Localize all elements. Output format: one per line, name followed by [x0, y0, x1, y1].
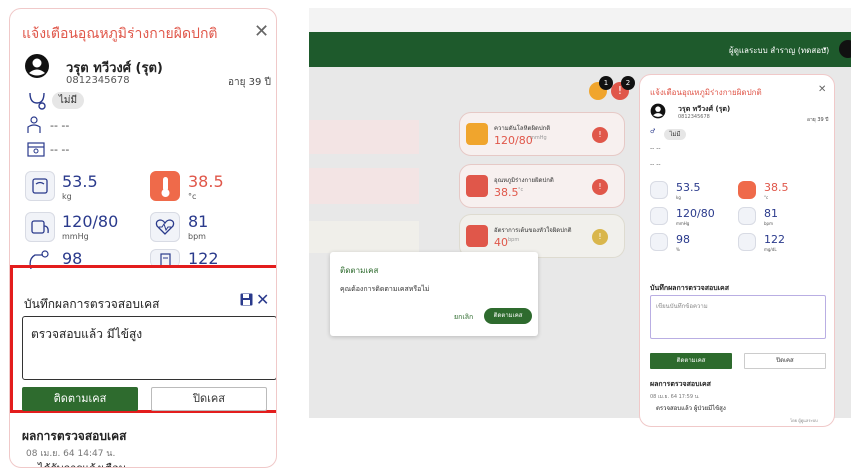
allergy-icon: ♂	[650, 128, 656, 135]
results-title: ผลการตรวจสอบเคส	[650, 380, 711, 388]
relative-icon	[26, 115, 46, 135]
record-title: บันทึกผลการตรวจสอบเคส	[650, 284, 730, 292]
close-case-button[interactable]: ปิดเคส	[744, 353, 826, 369]
notification-badge-2: 2	[621, 76, 635, 90]
blood-pressure-unit: mmHg	[676, 221, 690, 226]
glucose-value: 122	[764, 233, 785, 246]
oxygen-unit: %	[676, 247, 680, 252]
weight-icon	[650, 181, 668, 199]
patient-age: อายุ 39 ปี	[807, 117, 829, 123]
temperature-unit: °c	[188, 192, 197, 201]
blood-pressure-icon	[25, 212, 55, 242]
note-textarea[interactable]: เขียนบันทึกข้อความ	[650, 295, 826, 339]
heart-rate-icon	[738, 207, 756, 225]
save-icon[interactable]	[240, 293, 253, 306]
card-value: 38.5	[494, 186, 519, 199]
alert-title: แจ้งเตือนอุณหภูมิร่างกายผิดปกติ	[650, 88, 762, 97]
insurance-value: -- --	[50, 143, 70, 156]
card-alert-dot[interactable]: !	[592, 179, 608, 195]
chevron-down-icon[interactable]: ▾	[823, 45, 827, 53]
follow-case-button[interactable]: ติดตามเคส	[22, 387, 138, 411]
dialog-cancel-button[interactable]: ยกเลิก	[454, 312, 473, 323]
card-value: 40	[494, 236, 508, 249]
blood-pressure-value: 120/80	[676, 207, 715, 220]
alert-title: แจ้งเตือนอุณหภูมิร่างกายผิดปกติ	[22, 26, 218, 42]
dialog-message: คุณต้องการติดตามเคสหรือไม่	[340, 285, 430, 293]
allergy-icon	[26, 89, 48, 111]
card-unit: °c	[518, 187, 524, 193]
result-date: 08 เม.ย. 64 14:47 น.	[26, 449, 116, 459]
patient-age: อายุ 39 ปี	[228, 77, 271, 88]
insurance-value: -- --	[650, 161, 661, 168]
card-unit: bpm	[508, 237, 520, 243]
blood-pressure-icon	[650, 207, 668, 225]
heart-rate-unit: bpm	[188, 232, 206, 241]
heart-rate-value: 81	[188, 212, 209, 231]
person-icon	[650, 103, 666, 119]
weight-icon	[25, 171, 55, 201]
oxygen-icon	[650, 233, 668, 251]
card-strip-2	[309, 168, 419, 204]
insurance-icon	[26, 139, 46, 159]
follow-case-dialog: ติดตามเคส คุณต้องการติดตามเคสหรือไม่ ยกเ…	[330, 252, 538, 336]
close-case-button[interactable]: ปิดเคส	[151, 387, 267, 411]
weight-value: 53.5	[676, 181, 701, 194]
close-record-icon[interactable]: ✕	[256, 290, 269, 309]
relative-value: -- --	[650, 145, 661, 152]
alert-panel-zoomed: แจ้งเตือนอุณหภูมิร่างกายผิดปกติ ✕ วรุต ท…	[9, 8, 277, 468]
blood-pressure-icon	[466, 123, 488, 145]
weight-unit: kg	[676, 195, 681, 200]
avatar[interactable]	[839, 40, 851, 58]
temperature-unit: °c	[764, 195, 769, 200]
record-title: บันทึกผลการตรวจสอบเคส	[24, 297, 160, 311]
results-title: ผลการตรวจสอบเคส	[22, 429, 127, 443]
follow-case-button[interactable]: ติดตามเคส	[650, 353, 732, 369]
blood-pressure-value: 120/80	[62, 212, 119, 231]
user-menu[interactable]: ผู้ดูแลระบบ สำราญ (ทดสอบ)	[729, 44, 829, 57]
thermometer-icon	[150, 171, 180, 201]
heart-rate-icon	[466, 225, 488, 247]
result-text: ได้รับการแจ้งเตือน	[38, 459, 126, 467]
dialog-confirm-button[interactable]: ติดตามเคส	[484, 308, 532, 324]
thermometer-icon	[738, 181, 756, 199]
card-value: 120/80	[494, 134, 533, 147]
temp-alert-card[interactable]: อุณหภูมิร่างกายผิดปกติ 38.5 °c !	[459, 164, 625, 208]
card-alert-dot[interactable]: !	[592, 127, 608, 143]
bp-alert-card[interactable]: ความดันโลหิตผิดปกติ 120/80 mmHg !	[459, 112, 625, 156]
thermometer-icon	[466, 175, 488, 197]
heart-rate-icon	[150, 212, 180, 242]
close-icon[interactable]: ✕	[818, 84, 826, 95]
card-label: อัตราการเต้นของหัวใจผิดปกติ	[494, 227, 572, 234]
glucose-unit: mg/dL	[764, 247, 777, 252]
allergy-pill: ไม่มี	[664, 129, 686, 140]
patient-phone: 0812345678	[678, 114, 710, 120]
glucose-icon	[738, 233, 756, 251]
close-icon[interactable]: ✕	[254, 21, 269, 42]
top-bar: ผู้ดูแลระบบ สำราญ (ทดสอบ) ▾	[309, 32, 851, 67]
card-alert-dot[interactable]: !	[592, 229, 608, 245]
relative-value: -- --	[50, 119, 70, 132]
card-label: ความดันโลหิตผิดปกติ	[494, 125, 551, 132]
heart-rate-value: 81	[764, 207, 778, 220]
temperature-value: 38.5	[764, 181, 789, 194]
card-unit: mmHg	[530, 135, 547, 141]
blood-pressure-unit: mmHg	[62, 232, 89, 241]
note-textarea[interactable]: ตรวจสอบแล้ว มีไข้สูง	[22, 316, 276, 380]
result-text: ตรวจสอบแล้ว ผู้ป่วยมีไข้สูง	[656, 405, 726, 412]
card-strip-3	[309, 221, 419, 253]
result-date: 08 เม.ย. 64 17:59 น.	[650, 394, 700, 400]
heart-rate-unit: bpm	[764, 221, 773, 226]
weight-unit: kg	[62, 192, 72, 201]
card-strip-1	[309, 120, 419, 154]
allergy-pill: ไม่มี	[52, 92, 84, 109]
oxygen-value: 98	[676, 233, 690, 246]
weight-value: 53.5	[62, 172, 98, 191]
dialog-title: ติดตามเคส	[340, 266, 379, 275]
result-author: โดย ผู้ดูแลระบบ	[790, 418, 818, 423]
temperature-value: 38.5	[188, 172, 224, 191]
patient-phone: 0812345678	[66, 75, 130, 86]
alert-panel: แจ้งเตือนอุณหภูมิร่างกายผิดปกติ ✕ วรุต ท…	[639, 74, 835, 427]
person-icon	[24, 53, 50, 79]
card-label: อุณหภูมิร่างกายผิดปกติ	[494, 177, 554, 184]
